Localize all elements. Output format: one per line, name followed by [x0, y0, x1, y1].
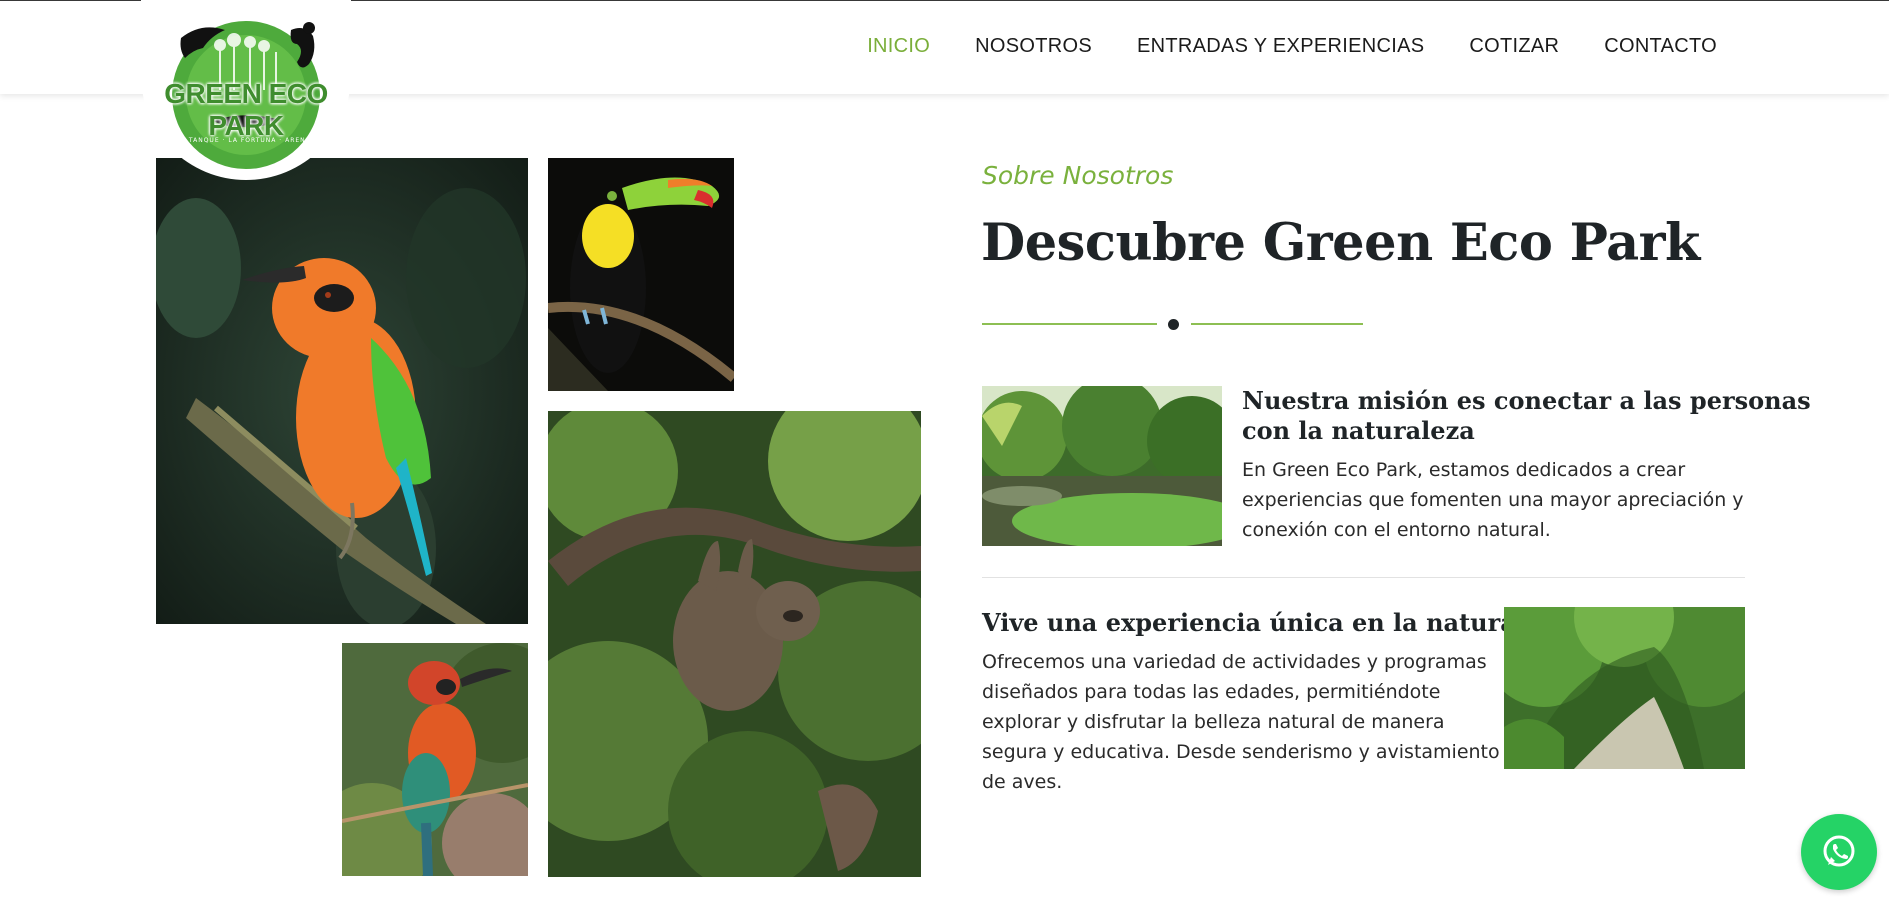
- feature-mission-text-line2: experiencias que fomenten una mayor apre…: [1242, 489, 1744, 511]
- nav-nosotros[interactable]: NOSOTROS: [975, 35, 1092, 58]
- divider-dot: [1168, 319, 1179, 330]
- nav-inicio[interactable]: INICIO: [867, 35, 930, 58]
- feature-mission-text-line1: En Green Eco Park, estamos dedicados a c…: [1242, 459, 1686, 481]
- section-subtitle: Sobre Nosotros: [982, 161, 1174, 190]
- feature-experience-text-line5: de aves.: [982, 771, 1063, 793]
- divider-line-right: [1191, 323, 1363, 325]
- nav-contacto[interactable]: CONTACTO: [1604, 35, 1717, 58]
- broad-billed-motmot-photo: [342, 643, 528, 876]
- whatsapp-button[interactable]: [1801, 814, 1877, 890]
- feature-mission-heading-line2: con la naturaleza: [1242, 416, 1475, 445]
- section-title: Descubre Green Eco Park: [981, 213, 1700, 273]
- divider-line-left: [982, 323, 1157, 325]
- logo-text: GREEN ECO PARK: [164, 78, 328, 141]
- motmot-bird-photo: [156, 158, 528, 624]
- toucan-photo: [548, 158, 734, 391]
- logo-tagline: EL TANQUE · LA FORTUNA · ARENAL: [176, 137, 316, 144]
- whatsapp-icon: [1823, 835, 1855, 867]
- trail-photo: [1504, 607, 1745, 769]
- sloth-photo: [548, 411, 921, 877]
- feature-separator: [982, 577, 1745, 578]
- nav-entradas-experiencias[interactable]: ENTRADAS Y EXPERIENCIAS: [1137, 35, 1424, 58]
- feature-mission-text-line3: conexión con el entorno natural.: [1242, 519, 1551, 541]
- feature-experience-heading: Vive una experiencia única en la natural…: [982, 608, 1570, 637]
- feature-experience-text-line2: diseñados para todas las edades, permiti…: [982, 681, 1441, 703]
- feature-experience-text-line3: explorar y disfrutar la belleza natural …: [982, 711, 1445, 733]
- feature-experience-text-line4: segura y educativa. Desde senderismo y a…: [982, 741, 1500, 763]
- nav-cotizar[interactable]: COTIZAR: [1469, 35, 1559, 58]
- main-nav: INICIO NOSOTROS ENTRADAS Y EXPERIENCIAS …: [867, 35, 1717, 58]
- feature-mission-heading-line1: Nuestra misión es conectar a las persona…: [1242, 386, 1811, 415]
- feature-experience-text-line1: Ofrecemos una variedad de actividades y …: [982, 651, 1487, 673]
- pond-photo: [982, 386, 1222, 546]
- site-logo[interactable]: GREEN ECO PARK EL TANQUE · LA FORTUNA · …: [141, 0, 351, 180]
